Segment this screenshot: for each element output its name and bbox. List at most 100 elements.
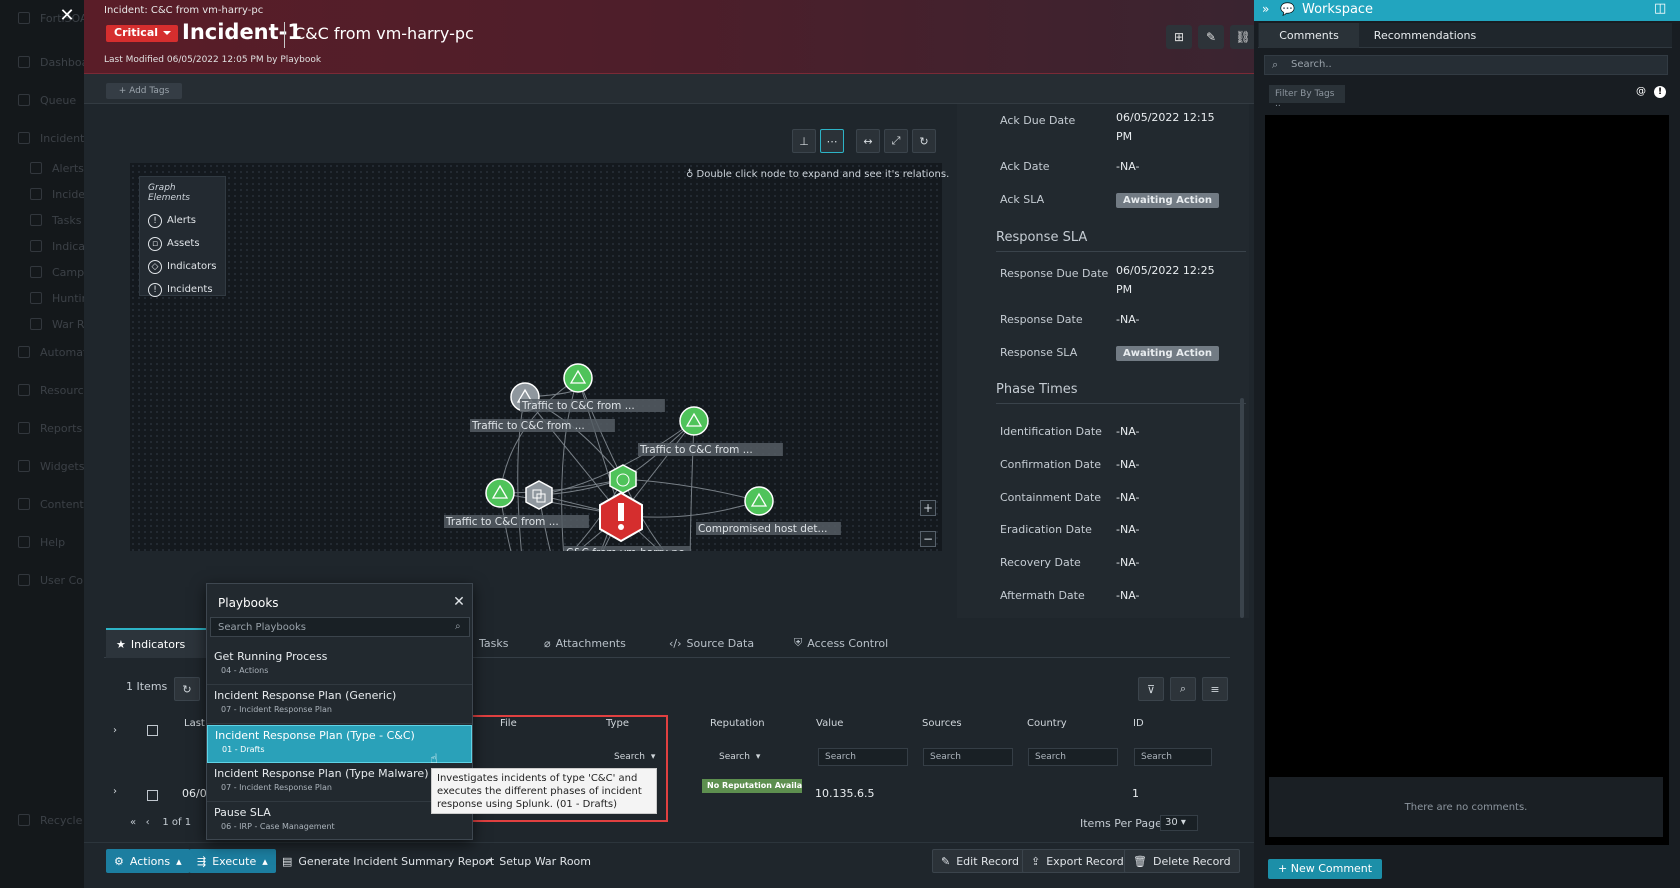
search-icon: ⌕ [455, 621, 461, 632]
legend-assets[interactable]: ▫ Assets [148, 232, 217, 255]
prev-page-icon[interactable]: ‹ [146, 817, 150, 828]
close-icon[interactable]: ✕ [450, 593, 468, 611]
phase-times-heading: Phase Times [996, 382, 1078, 397]
expand-row-icon[interactable]: › [113, 786, 117, 797]
new-comment-button[interactable]: + New Comment [1268, 859, 1383, 879]
tab-attachments[interactable]: ⌀ Attachments [544, 628, 626, 658]
zoom-out-icon[interactable]: − [920, 531, 936, 547]
chevron-up-icon: ▴ [176, 854, 182, 868]
export-icon: ⇪ [1031, 854, 1041, 868]
legend-indicators[interactable]: ◇ Indicators [148, 255, 217, 278]
tree-view-icon[interactable]: ⊞ [1166, 25, 1192, 49]
expand-all-icon[interactable]: › [113, 725, 117, 736]
lightbulb-icon: ♁ [686, 169, 697, 180]
graph-asset-node[interactable] [525, 480, 553, 510]
playbook-item[interactable]: Incident Response Plan (Generic) 07 - Inc… [207, 686, 472, 724]
execute-button[interactable]: ⇶ Execute ▴ [189, 849, 276, 873]
col-id[interactable]: ID [1133, 718, 1144, 729]
col-sources[interactable]: Sources [922, 718, 962, 729]
export-record-button[interactable]: ⇪ Export Record [1022, 849, 1133, 873]
row-date: 06/0 [182, 787, 207, 800]
last-modified: Last Modified 06/05/2022 12:05 PM by Pla… [104, 55, 322, 65]
refresh-icon[interactable]: ↻ [912, 129, 936, 153]
graph-alert-node[interactable]: Compromised host det... [696, 486, 841, 535]
severity-dropdown[interactable]: Critical [106, 25, 179, 42]
add-tags-button[interactable]: + Add Tags [106, 83, 182, 99]
first-page-icon[interactable]: « [130, 817, 136, 828]
tab-recommendations[interactable]: Recommendations [1360, 23, 1490, 48]
row-value[interactable]: 10.135.6.5 [815, 787, 874, 800]
workspace-collapse-icon[interactable]: » [1262, 2, 1269, 16]
playbook-item[interactable]: Get Running Process 04 - Actions [207, 647, 472, 685]
row-checkbox[interactable] [147, 790, 158, 801]
graph-alert-node[interactable]: Traffic to C&C from ... [444, 478, 589, 528]
filter-icon[interactable]: ⊽ [1138, 677, 1164, 701]
trash-icon: 🗑 [1133, 854, 1147, 868]
sources-search-input[interactable]: Search [923, 748, 1013, 766]
title-divider [284, 22, 285, 48]
tab-tasks[interactable]: Tasks [479, 628, 508, 658]
value-search-input[interactable]: Search [818, 748, 908, 766]
fit-width-icon[interactable]: ↔ [856, 129, 880, 153]
close-icon[interactable]: ✕ [52, 2, 82, 28]
playbook-tooltip: Investigates incidents of type 'C&C' and… [431, 768, 657, 814]
legend-alerts[interactable]: ! Alerts [148, 209, 217, 232]
shield-icon: ⛨ [794, 636, 803, 649]
star-icon: ★ [116, 637, 126, 651]
items-per-page-select[interactable]: 30 ▾ [1160, 815, 1198, 831]
incident-header: Incident: C&C from vm-harry-pc Critical … [84, 0, 1256, 74]
col-reputation[interactable]: Reputation [710, 718, 765, 729]
search-icon[interactable]: ⌕ [1170, 677, 1196, 701]
chat-icon: 💬 [1280, 2, 1295, 16]
reputation-filter-dropdown[interactable]: Search [711, 748, 767, 766]
hierarchy-layout-icon[interactable]: ⊥ [792, 129, 816, 153]
legend-incidents[interactable]: ! Incidents [148, 278, 217, 301]
zoom-in-icon[interactable]: + [920, 500, 936, 516]
scrollbar[interactable] [1240, 398, 1244, 618]
columns-menu-icon[interactable]: ≡ [1202, 677, 1228, 701]
graph-nodes: Traffic to C&C from ... Traffic to C&C fr… [444, 363, 841, 551]
delete-record-button[interactable]: 🗑 Delete Record [1124, 849, 1240, 873]
id-search-input[interactable]: Search [1134, 748, 1212, 766]
tab-indicators[interactable]: ★ Indicators [106, 628, 206, 658]
country-search-input[interactable]: Search [1028, 748, 1118, 766]
indicator-icon: ◇ [148, 259, 162, 274]
incident-name[interactable]: C&C from vm-harry-pc [294, 24, 474, 43]
graph-indicator-node[interactable] [609, 464, 637, 494]
legend-title: Graph Elements [148, 183, 190, 203]
status-badge: Awaiting Action [1116, 346, 1219, 361]
graph-alert-node[interactable]: Traffic to C&C from ... [638, 406, 783, 456]
incident-node-label: C&C from vm-harry-pc [566, 547, 684, 551]
edit-record-button[interactable]: ✎ Edit Record [932, 849, 1029, 873]
setup-war-room-button[interactable]: ➚ Setup War Room [476, 849, 599, 873]
node-label: Traffic to C&C from ... [521, 400, 635, 412]
col-last[interactable]: Last [184, 718, 205, 729]
tab-comments[interactable]: Comments [1259, 23, 1359, 48]
important-icon[interactable]: ! [1654, 86, 1666, 98]
playbook-search-input[interactable]: Search Playbooks [210, 617, 470, 637]
link-icon[interactable]: ⛓ [1230, 25, 1256, 49]
expand-icon[interactable]: ⤢ [884, 129, 908, 153]
select-all-checkbox[interactable] [147, 725, 158, 736]
relationship-graph[interactable]: Traffic to C&C from ... Traffic to C&C fr… [130, 163, 942, 551]
at-icon[interactable]: @ [1636, 86, 1646, 97]
filter-tags-input[interactable]: Filter By Tags .. [1269, 85, 1345, 109]
refresh-icon[interactable]: ↻ [174, 677, 200, 701]
node-label: Traffic to C&C from ... [471, 420, 585, 432]
alert-icon: ! [148, 213, 162, 228]
actions-button[interactable]: ⚙ Actions ▴ [106, 849, 190, 873]
col-country[interactable]: Country [1027, 718, 1067, 729]
tab-source-data[interactable]: ‹/› Source Data [669, 628, 754, 658]
breadcrumb: Incident: C&C from vm-harry-pc [104, 5, 264, 16]
graph-incident-node[interactable] [599, 491, 643, 543]
force-layout-icon[interactable]: ⋯ [820, 129, 844, 153]
tab-access-control[interactable]: ⛨ Access Control [794, 628, 888, 658]
divider [996, 403, 1246, 404]
col-value[interactable]: Value [816, 718, 843, 729]
graph-alert-node[interactable]: Traffic to C&C from ... [520, 363, 665, 412]
workspace-search-input[interactable]: Search.. [1264, 55, 1668, 75]
edit-icon[interactable]: ✎ [1198, 25, 1224, 49]
generate-report-button[interactable]: ▤ Generate Incident Summary Report [274, 849, 502, 873]
graph-toolbar: ⊥ ⋯ ↔ ⤢ ↻ [792, 129, 936, 153]
panel-toggle-icon[interactable]: ◫ [1654, 1, 1666, 16]
